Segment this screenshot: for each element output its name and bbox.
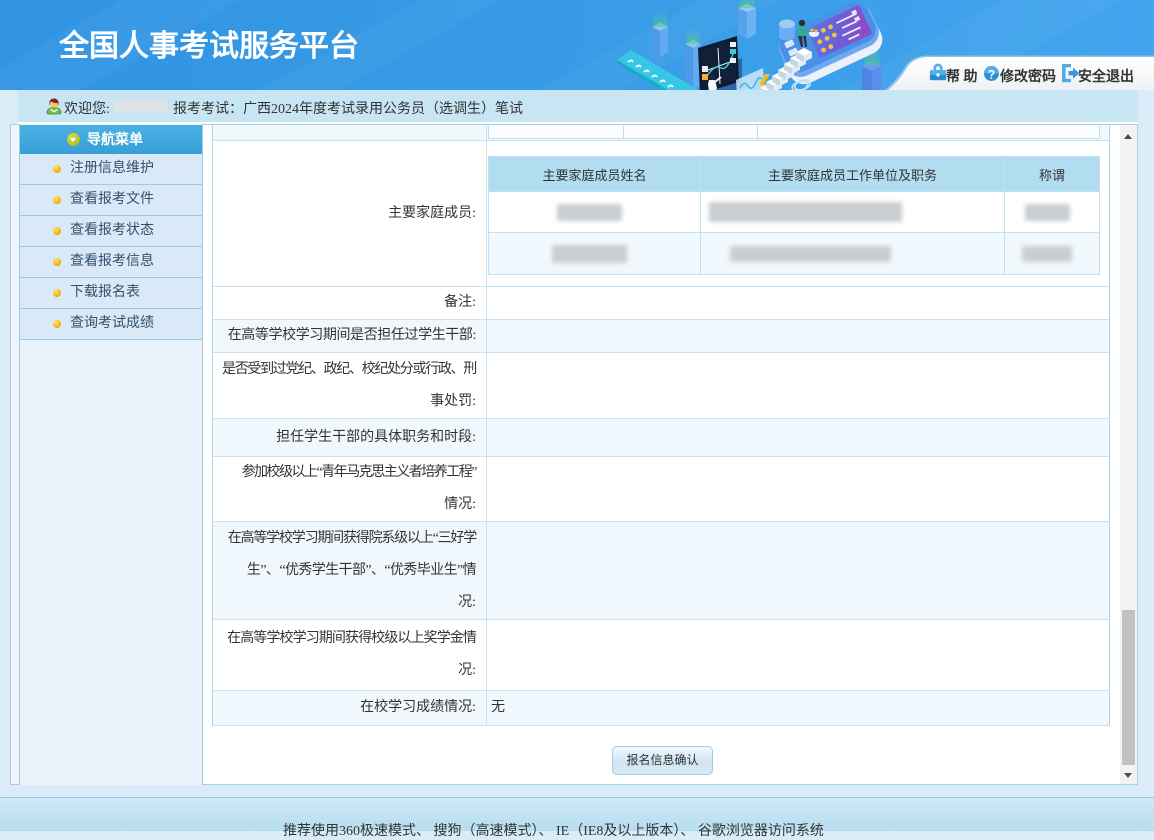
svg-text:?: ?	[988, 68, 995, 82]
